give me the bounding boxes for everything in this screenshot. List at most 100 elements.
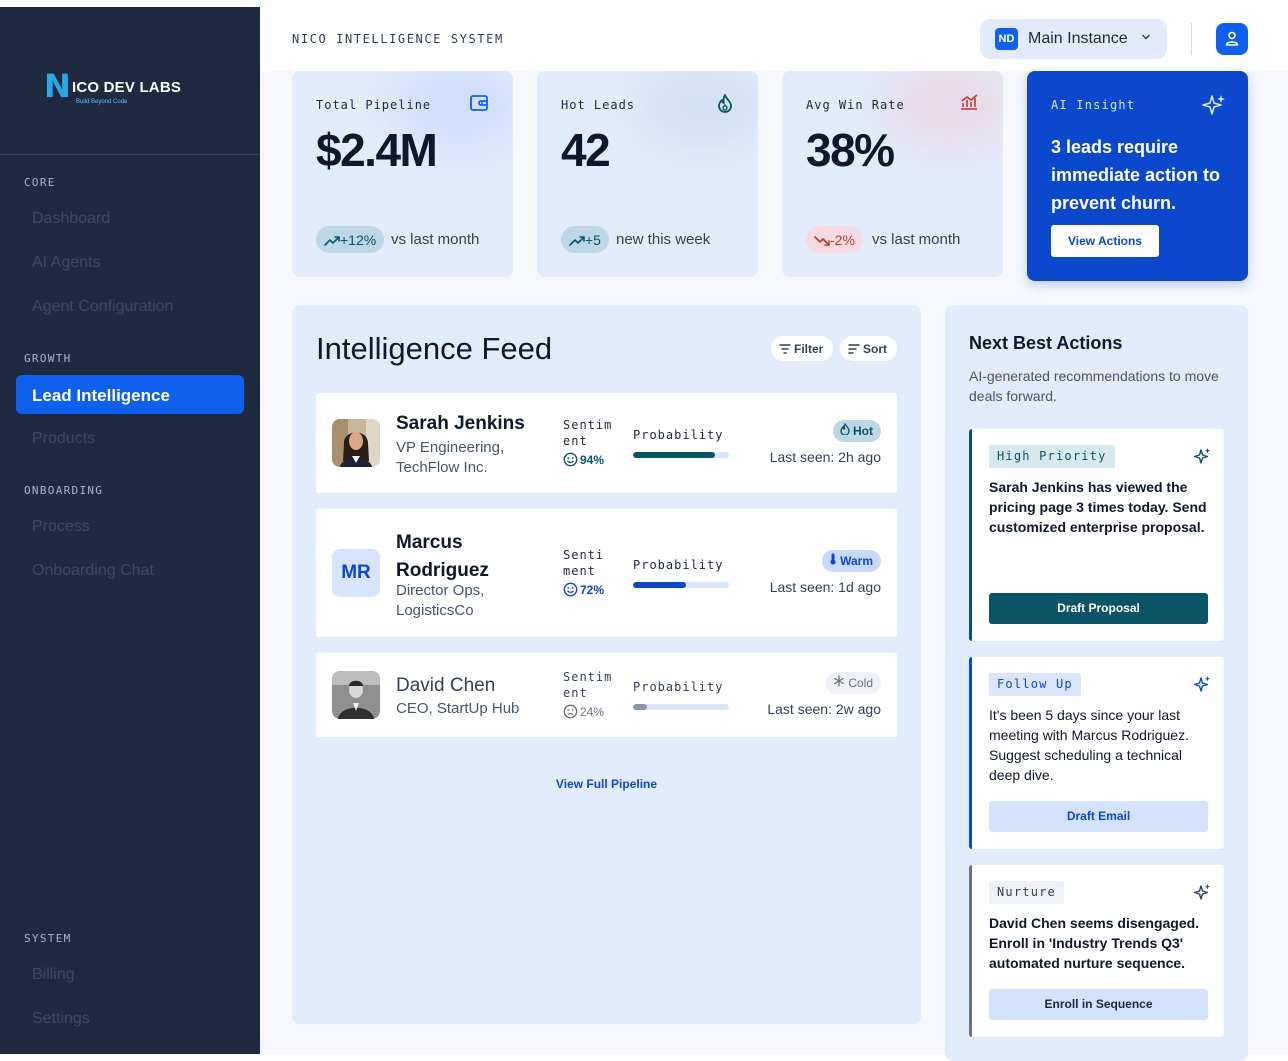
instance-badge: ND bbox=[995, 28, 1018, 50]
flame-icon bbox=[718, 94, 732, 113]
kpi-value: $2.4M bbox=[316, 124, 438, 176]
action-card-high-priority: High Priority Sarah Jenkins has viewed t… bbox=[969, 429, 1224, 641]
filter-icon bbox=[779, 344, 791, 354]
kpi-change-chip: +5 bbox=[561, 226, 609, 253]
probability-label: Probability bbox=[633, 680, 724, 694]
avatar-photo bbox=[332, 419, 380, 467]
feed-title: Intelligence Feed bbox=[316, 331, 553, 366]
section-system: SYSTEM bbox=[24, 932, 72, 945]
chart-icon bbox=[961, 94, 978, 110]
chevron-down-icon bbox=[1142, 34, 1150, 40]
status-badge-cold: Cold bbox=[825, 672, 881, 694]
section-core: CORE bbox=[24, 176, 56, 189]
user-profile-button[interactable] bbox=[1216, 23, 1248, 55]
logo-wordmark: ICO DEV LABS bbox=[72, 79, 182, 96]
lead-name: David Chen bbox=[396, 675, 496, 696]
sidebar-item-settings[interactable]: Settings bbox=[32, 1010, 90, 1028]
app-title: NICO INTELLIGENCE SYSTEM bbox=[292, 32, 504, 46]
insight-label: AI Insight bbox=[1051, 98, 1136, 112]
sentiment-percent: 24% bbox=[580, 705, 605, 719]
draft-proposal-button[interactable]: Draft Proposal bbox=[989, 593, 1208, 624]
logo-tagline: Build Beyond Code bbox=[76, 99, 128, 105]
sidebar-item-lead-intelligence[interactable]: Lead Intelligence bbox=[16, 375, 244, 414]
sidebar-item-products[interactable]: Products bbox=[32, 430, 95, 448]
sparkles-icon bbox=[1193, 676, 1210, 692]
trend-up-icon bbox=[324, 236, 340, 246]
priority-tag: Follow Up bbox=[989, 673, 1081, 696]
sort-button[interactable]: Sort bbox=[840, 336, 897, 361]
lead-name: Marcus Rodriguez bbox=[396, 532, 489, 581]
filter-label: Filter bbox=[794, 342, 824, 356]
kpi-card-hot-leads: Hot Leads 42 +5 new this week bbox=[537, 71, 758, 277]
avatar-photo bbox=[332, 671, 380, 719]
sentiment-label: Senti ment bbox=[563, 548, 605, 578]
smile-icon bbox=[563, 582, 578, 597]
trend-up-icon bbox=[569, 236, 585, 246]
section-growth: GROWTH bbox=[24, 352, 72, 365]
action-text: Sarah Jenkins has viewed the pricing pag… bbox=[989, 479, 1207, 535]
instance-label: Main Instance bbox=[1028, 30, 1128, 47]
sidebar-item-onboarding-chat[interactable]: Onboarding Chat bbox=[32, 562, 154, 580]
sparkles-icon bbox=[1193, 448, 1210, 464]
panel-title: Next Best Actions bbox=[969, 333, 1123, 353]
panel-subtitle: AI-generated recommendations to move dea… bbox=[969, 368, 1219, 404]
kpi-label: Hot Leads bbox=[561, 98, 636, 112]
view-full-pipeline-link[interactable]: View Full Pipeline bbox=[292, 777, 921, 791]
wallet-icon bbox=[470, 95, 488, 111]
probability-fill bbox=[633, 582, 686, 588]
lead-row-marcus-rodriguez[interactable]: MR Marcus Rodriguez Director Ops, Logist… bbox=[316, 509, 897, 637]
top-header: NICO INTELLIGENCE SYSTEM ND Main Instanc… bbox=[260, 7, 1288, 71]
enroll-in-sequence-button[interactable]: Enroll in Sequence bbox=[989, 989, 1208, 1020]
draft-email-button[interactable]: Draft Email bbox=[989, 801, 1208, 832]
kpi-note: new this week bbox=[616, 231, 711, 248]
sentiment-percent: 72% bbox=[580, 583, 605, 597]
kpi-label: Avg Win Rate bbox=[806, 98, 905, 112]
kpi-change-chip: +12% bbox=[316, 226, 385, 253]
kpi-value: 42 bbox=[561, 124, 611, 176]
sidebar-item-billing[interactable]: Billing bbox=[32, 966, 75, 984]
card-glow bbox=[638, 71, 758, 151]
lead-role: VP Engineering, TechFlow Inc. bbox=[396, 439, 505, 476]
probability-fill bbox=[633, 704, 648, 710]
action-text: David Chen seems disengaged. Enroll in '… bbox=[989, 915, 1200, 971]
company-logo: N ICO DEV LABS Build Beyond Code bbox=[44, 67, 184, 109]
kpi-card-total-pipeline: Total Pipeline $2.4M +12% vs last month bbox=[292, 71, 513, 277]
avatar-initials: MR bbox=[332, 549, 380, 597]
lead-row-david-chen[interactable]: David Chen CEO, StartUp Hub Sentim ent 2… bbox=[316, 653, 897, 737]
sentiment-value: 24% bbox=[563, 704, 604, 719]
sidebar-divider bbox=[0, 154, 260, 155]
lead-role: Director Ops, LogisticsCo bbox=[396, 582, 485, 619]
kpi-note: vs last month bbox=[872, 231, 961, 248]
kpi-note: vs last month bbox=[391, 231, 480, 248]
probability-label: Probability bbox=[633, 428, 724, 442]
filter-button[interactable]: Filter bbox=[771, 336, 834, 361]
snowflake-icon bbox=[834, 675, 844, 687]
sidebar-item-process[interactable]: Process bbox=[32, 518, 90, 536]
logo-mark: N bbox=[44, 67, 71, 105]
status-label: Cold bbox=[848, 676, 873, 690]
sidebar: N ICO DEV LABS Build Beyond Code CORE Da… bbox=[0, 7, 260, 1054]
probability-fill bbox=[633, 452, 715, 458]
sidebar-item-agent-configuration[interactable]: Agent Configuration bbox=[32, 298, 173, 316]
kpi-card-win-rate: Avg Win Rate 38% -2% vs last month bbox=[782, 71, 1003, 277]
kpi-value: 38% bbox=[806, 124, 895, 176]
lead-name: Sarah Jenkins bbox=[396, 413, 525, 434]
last-seen: Last seen: 2h ago bbox=[769, 449, 881, 465]
status-badge-warm: Warm bbox=[821, 550, 881, 572]
header-divider bbox=[1191, 23, 1192, 55]
sort-icon bbox=[848, 344, 860, 354]
status-badge-hot: Hot bbox=[832, 420, 881, 442]
view-actions-button[interactable]: View Actions bbox=[1051, 225, 1159, 257]
priority-tag: Nurture bbox=[989, 881, 1064, 904]
user-icon bbox=[1225, 31, 1239, 46]
sort-label: Sort bbox=[863, 342, 887, 356]
probability-bar bbox=[633, 452, 729, 458]
instance-selector[interactable]: ND Main Instance bbox=[980, 19, 1167, 59]
kpi-label: Total Pipeline bbox=[316, 98, 432, 112]
sidebar-item-dashboard[interactable]: Dashboard bbox=[32, 210, 110, 228]
lead-role: CEO, StartUp Hub bbox=[396, 700, 520, 717]
probability-bar bbox=[633, 704, 729, 710]
ai-insight-card: AI Insight 3 leads require immediate act… bbox=[1027, 71, 1248, 281]
lead-row-sarah-jenkins[interactable]: Sarah Jenkins VP Engineering, TechFlow I… bbox=[316, 393, 897, 493]
sidebar-item-ai-agents[interactable]: AI Agents bbox=[32, 254, 101, 272]
